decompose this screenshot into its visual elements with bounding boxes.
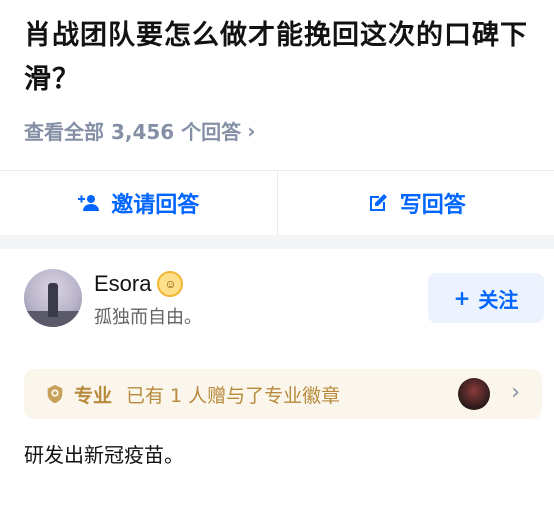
badge-icon	[47, 384, 63, 404]
author-name: Esora	[94, 271, 152, 296]
author-row: Esora ☺ 孤独而自由。 + 关注	[24, 269, 544, 329]
follow-button[interactable]: + 关注	[428, 273, 544, 323]
write-answer-button[interactable]: 写回答	[278, 171, 554, 235]
badge-giver-avatar	[458, 378, 490, 410]
pro-label: 专业	[74, 384, 113, 407]
author-bio: 孤独而自由。	[94, 307, 202, 328]
chevron-right-icon: ›	[511, 380, 520, 405]
add-person-icon	[78, 195, 100, 211]
pro-text: 已有 1 人赠与了专业徽章	[126, 384, 341, 407]
emoji-badge-icon: ☺	[157, 271, 184, 297]
avatar[interactable]	[24, 269, 82, 327]
professional-badge-banner[interactable]: 专业 已有 1 人赠与了专业徽章 ›	[24, 369, 542, 419]
answer-content[interactable]: 研发出新冠疫苗。	[24, 439, 184, 468]
section-separator	[0, 235, 554, 249]
write-answer-label: 写回答	[399, 193, 466, 218]
follow-label: 关注	[478, 287, 519, 312]
answer-actions-bar: 邀请回答 写回答	[0, 171, 554, 235]
question-header: 肖战团队要怎么做才能挽回这次的口碑下滑？ 查看全部 3,456 个回答 ›	[24, 14, 536, 145]
view-all-label: 查看全部 3,456 个回答	[24, 120, 242, 144]
view-all-answers-link[interactable]: 查看全部 3,456 个回答 ›	[24, 116, 536, 145]
author-name-container[interactable]: Esora ☺	[94, 271, 184, 297]
chevron-right-icon: ›	[247, 118, 256, 143]
plus-icon: +	[453, 286, 471, 310]
edit-icon	[369, 194, 387, 211]
invite-answer-label: 邀请回答	[111, 193, 200, 218]
question-title[interactable]: 肖战团队要怎么做才能挽回这次的口碑下滑？	[24, 14, 536, 102]
invite-answer-button[interactable]: 邀请回答	[0, 171, 277, 235]
